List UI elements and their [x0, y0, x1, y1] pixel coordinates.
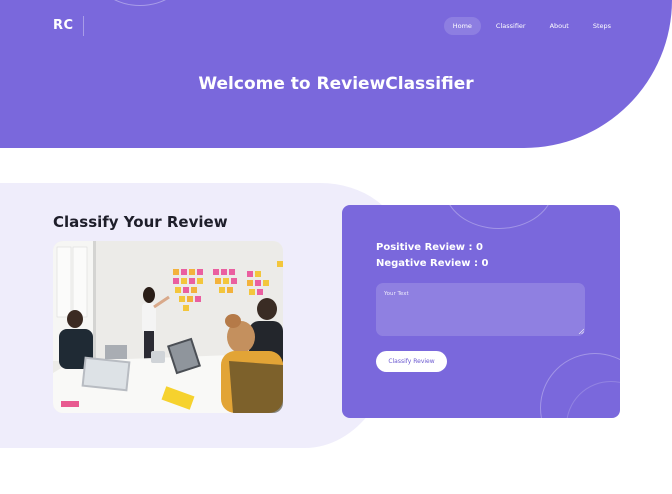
hero-title: Welcome to ReviewClassifier [198, 74, 474, 94]
review-text-input[interactable] [376, 283, 585, 336]
main-nav: Home Classifier About Steps [443, 17, 620, 35]
brand-logo[interactable]: RC [53, 18, 74, 33]
hero-header: RC Home Classifier About Steps Welcome t… [0, 0, 672, 148]
section-title: Classify Your Review [53, 213, 228, 231]
nav-item-home[interactable]: Home [443, 17, 481, 35]
negative-review-count: Negative Review : 0 [376, 258, 489, 269]
decorative-ring [95, 0, 185, 6]
decorative-ring [444, 205, 554, 229]
nav-item-about[interactable]: About [541, 17, 578, 35]
logo-divider [83, 16, 84, 36]
classify-review-button[interactable]: Classify Review [376, 351, 447, 372]
nav-item-classifier[interactable]: Classifier [487, 17, 535, 35]
resize-grip-icon[interactable] [578, 328, 584, 334]
positive-review-count: Positive Review : 0 [376, 242, 483, 253]
team-meeting-photo [53, 241, 283, 413]
nav-item-steps[interactable]: Steps [584, 17, 620, 35]
classifier-card: Positive Review : 0 Negative Review : 0 … [342, 205, 620, 418]
